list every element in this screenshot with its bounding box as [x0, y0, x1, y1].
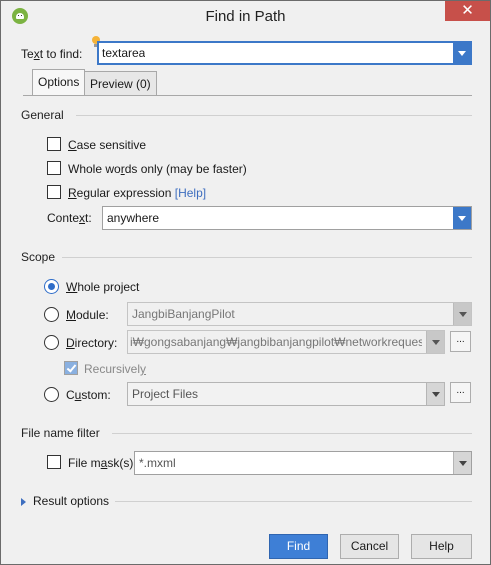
- context-label: Context:: [47, 211, 92, 225]
- text-to-find-combo[interactable]: textarea: [97, 41, 472, 65]
- chevron-down-icon[interactable]: [453, 303, 471, 325]
- case-sensitive-label[interactable]: Case sensitive: [68, 138, 146, 152]
- chevron-down-icon[interactable]: [453, 42, 471, 64]
- directory-radio[interactable]: [44, 335, 59, 350]
- context-value: anywhere: [107, 211, 160, 225]
- tab-divider: [23, 95, 472, 96]
- tab-preview-label: Preview (0): [90, 77, 151, 91]
- file-mask-checkbox[interactable]: [47, 455, 61, 469]
- directory-combo[interactable]: i₩gongsabanjang₩jangbibanjangpilot₩netwo…: [127, 330, 445, 354]
- chevron-down-icon[interactable]: [426, 383, 444, 405]
- title-bar: Find in Path ✕: [1, 1, 490, 31]
- directory-value: i₩gongsabanjang₩jangbibanjangpilot₩netwo…: [130, 335, 422, 349]
- close-button[interactable]: ✕: [445, 1, 490, 21]
- module-value: JangbiBanjangPilot: [132, 307, 235, 321]
- text-to-find-value[interactable]: textarea: [102, 46, 145, 60]
- text-to-find-label: Text to find:: [21, 47, 83, 61]
- recursively-label[interactable]: Recursively: [84, 362, 146, 376]
- custom-scope-combo[interactable]: Project Files: [127, 382, 445, 406]
- custom-radio[interactable]: [44, 387, 59, 402]
- context-combo[interactable]: anywhere: [102, 206, 472, 230]
- result-options-toggle[interactable]: Result options: [33, 494, 109, 508]
- regex-checkbox[interactable]: [47, 185, 61, 199]
- module-radio[interactable]: [44, 307, 59, 322]
- tab-options-label: Options: [38, 75, 80, 89]
- scope-separator: [62, 257, 472, 258]
- chevron-down-icon[interactable]: [453, 207, 471, 229]
- find-button[interactable]: Find: [269, 534, 328, 559]
- custom-scope-value: Project Files: [132, 387, 199, 401]
- file-mask-combo[interactable]: *.mxml: [134, 451, 472, 475]
- result-options-separator: [115, 501, 472, 502]
- general-heading: General: [21, 108, 64, 122]
- custom-browse-button[interactable]: ...: [450, 382, 471, 403]
- find-in-path-dialog: Find in Path ✕ Text to find: textarea Op…: [0, 0, 491, 565]
- custom-label[interactable]: Custom:: [66, 388, 111, 402]
- directory-browse-button[interactable]: ...: [450, 331, 471, 352]
- help-button[interactable]: Help: [411, 534, 472, 559]
- regex-label[interactable]: Regular expression [Help]: [68, 186, 206, 200]
- whole-project-radio[interactable]: [44, 279, 59, 294]
- case-sensitive-checkbox[interactable]: [47, 137, 61, 151]
- tab-preview[interactable]: Preview (0): [84, 71, 157, 95]
- file-filter-heading: File name filter: [21, 426, 100, 440]
- file-filter-separator: [112, 433, 472, 434]
- whole-words-checkbox[interactable]: [47, 161, 61, 175]
- chevron-down-icon[interactable]: [453, 452, 471, 474]
- regex-help-link[interactable]: [Help]: [175, 186, 206, 200]
- chevron-down-icon[interactable]: [426, 331, 444, 353]
- tab-options[interactable]: Options: [32, 69, 86, 95]
- module-label[interactable]: Module:: [66, 308, 109, 322]
- whole-words-label[interactable]: Whole words only (may be faster): [68, 162, 247, 176]
- module-combo[interactable]: JangbiBanjangPilot: [127, 302, 472, 326]
- directory-label[interactable]: Directory:: [66, 336, 117, 350]
- caret-right-icon[interactable]: [21, 498, 26, 506]
- file-mask-label[interactable]: File mask(s): [68, 456, 133, 470]
- recursively-checkbox[interactable]: [64, 361, 78, 375]
- window-title: Find in Path: [205, 8, 286, 25]
- general-separator: [76, 115, 472, 116]
- scope-heading: Scope: [21, 250, 56, 264]
- whole-project-label[interactable]: Whole project: [66, 280, 139, 294]
- file-mask-value: *.mxml: [139, 456, 176, 470]
- cancel-button[interactable]: Cancel: [340, 534, 399, 559]
- dialog-content: Text to find: textarea Options Preview (…: [10, 32, 481, 559]
